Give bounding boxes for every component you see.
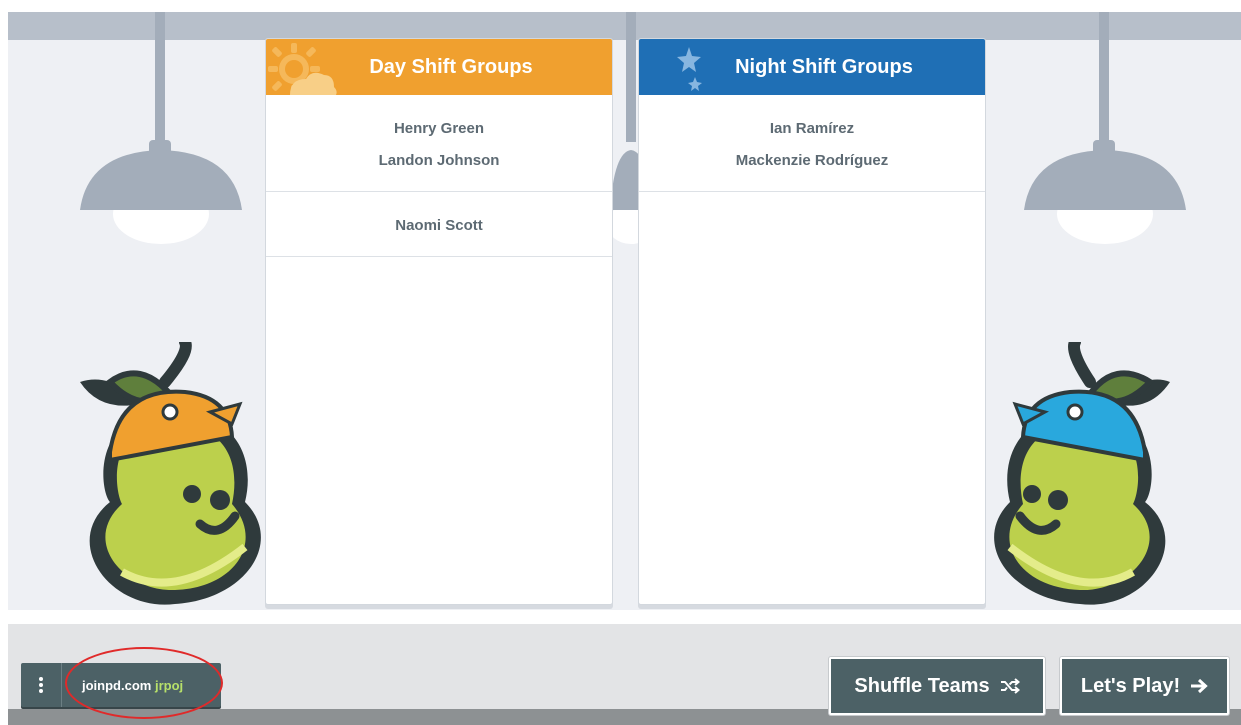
sun-icon bbox=[268, 43, 337, 95]
arrow-right-icon bbox=[1190, 678, 1208, 694]
shuffle-icon bbox=[1000, 678, 1020, 694]
member-name: Ian Ramírez bbox=[769, 120, 855, 137]
member-name: Landon Johnson bbox=[378, 152, 500, 169]
kebab-menu-icon bbox=[39, 677, 43, 693]
team-card-header: Day Shift Groups bbox=[266, 39, 612, 95]
team-title: Night Shift Groups bbox=[735, 55, 913, 78]
team-card-header: Night Shift Groups bbox=[639, 39, 985, 95]
menu-button[interactable] bbox=[21, 663, 62, 707]
group-slot[interactable]: Naomi Scott bbox=[266, 192, 612, 257]
ceiling-lamp-icon bbox=[80, 12, 242, 244]
pear-mascot-blue-helmet-icon bbox=[994, 342, 1170, 605]
game-stage: Day Shift Groups Henry Green Landon John… bbox=[0, 0, 1241, 725]
team-title: Day Shift Groups bbox=[369, 55, 533, 78]
highlight-circle-annotation bbox=[65, 647, 223, 719]
moon-stars-icon bbox=[647, 43, 702, 95]
lets-play-button[interactable]: Let's Play! bbox=[1060, 657, 1229, 715]
floor-strip bbox=[8, 610, 1241, 624]
ceiling-lamp-icon bbox=[1024, 12, 1186, 244]
group-slot[interactable]: Ian Ramírez Mackenzie Rodríguez bbox=[639, 95, 985, 192]
member-name: Naomi Scott bbox=[395, 217, 483, 234]
shuffle-teams-button[interactable]: Shuffle Teams bbox=[829, 657, 1045, 715]
bottom-toolbar-edge bbox=[8, 709, 1241, 725]
shuffle-teams-label: Shuffle Teams bbox=[854, 674, 990, 697]
member-name: Henry Green bbox=[393, 120, 485, 137]
team-card-day-shift[interactable]: Day Shift Groups Henry Green Landon John… bbox=[265, 38, 613, 605]
lets-play-label: Let's Play! bbox=[1080, 674, 1181, 697]
group-slot[interactable]: Henry Green Landon Johnson bbox=[266, 95, 612, 192]
member-name: Mackenzie Rodríguez bbox=[735, 152, 889, 169]
team-card-night-shift[interactable]: Night Shift Groups Ian Ramírez Mackenzie… bbox=[638, 38, 986, 605]
pear-mascot-orange-helmet-icon bbox=[80, 342, 261, 605]
